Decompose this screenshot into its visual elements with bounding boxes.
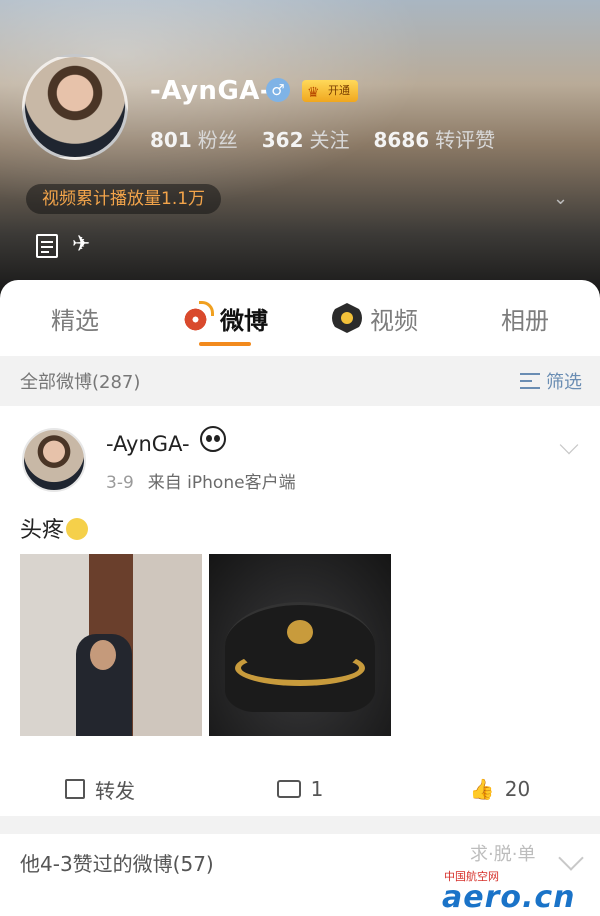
tab-featured[interactable]: 精选	[0, 280, 150, 356]
post-card: -AynGA- 3-9 来自 iPhone客户端 头疼 转发 1 👍 20	[0, 406, 600, 816]
crown-icon: ♛	[307, 85, 320, 101]
post-meta: 3-9 来自 iPhone客户端	[106, 468, 296, 493]
like-count: 20	[504, 777, 531, 801]
comment-icon	[276, 780, 301, 798]
document-icon[interactable]	[36, 234, 58, 258]
post-source: 来自 iPhone客户端	[147, 473, 296, 493]
all-posts-count: 全部微博(287)	[20, 372, 141, 393]
post-author-name[interactable]: -AynGA-	[106, 432, 190, 456]
tab-label: 相册	[501, 306, 549, 335]
video-views-badge[interactable]: 视频累计播放量1.1万	[26, 184, 222, 214]
stat-label: 关注	[309, 128, 350, 152]
profile-stats: 801 粉丝 362 关注 8686 转评赞	[150, 124, 495, 153]
stat-label: 粉丝	[197, 128, 238, 152]
stat-value: 801	[150, 128, 192, 152]
post-text: 头疼	[20, 512, 89, 544]
video-icon	[332, 303, 362, 333]
profile-avatar[interactable]	[22, 54, 128, 160]
dizzy-emoji-icon	[66, 518, 89, 540]
post-author-avatar[interactable]	[22, 428, 86, 492]
filter-button[interactable]: 筛选	[520, 368, 582, 394]
active-tab-indicator	[199, 342, 251, 346]
chevron-down-icon[interactable]	[558, 845, 584, 871]
stat-following[interactable]: 362 关注	[262, 124, 350, 153]
profile-tabs: 精选 微博 视频 相册	[0, 280, 600, 356]
post-actions: 转发 1 👍 20	[0, 766, 600, 812]
liked-posts-title: 他4-3赞过的微博(57)	[20, 851, 214, 876]
post-body: 头疼	[20, 518, 65, 543]
tab-label: 微博	[220, 306, 268, 335]
watermark-logo: aero.cn	[442, 880, 576, 915]
post-photo-selfie[interactable]	[20, 554, 202, 736]
photo-cap-badge	[287, 620, 313, 644]
tab-album[interactable]: 相册	[450, 280, 600, 356]
post-photo-pilot-cap[interactable]	[209, 554, 391, 736]
tab-label: 精选	[51, 306, 99, 335]
profile-username[interactable]: -AynGA-	[150, 76, 271, 106]
repost-label: 转发	[95, 778, 135, 803]
panda-icon	[200, 426, 226, 452]
post-filter-bar: 全部微博(287) 筛选	[0, 356, 600, 406]
tab-weibo[interactable]: 微博	[150, 280, 300, 356]
tab-label: 视频	[370, 306, 418, 335]
filter-label: 筛选	[546, 372, 582, 393]
comment-count: 1	[310, 777, 324, 801]
share-icon	[65, 779, 85, 799]
like-button[interactable]: 👍 20	[400, 777, 600, 801]
comment-button[interactable]: 1	[200, 777, 400, 801]
stat-value: 8686	[373, 128, 430, 152]
male-icon: ♂	[266, 78, 290, 102]
post-menu-chevron-icon[interactable]	[559, 435, 579, 455]
photo-person-head	[90, 640, 116, 670]
filter-icon	[520, 373, 540, 389]
vip-open-button[interactable]: ♛ 开通	[302, 80, 358, 102]
stat-interactions[interactable]: 8686 转评赞	[374, 124, 496, 153]
post-date: 3-9	[106, 473, 134, 493]
repost-button[interactable]: 转发	[0, 775, 200, 804]
airplane-icon[interactable]: ✈	[72, 232, 90, 257]
stat-value: 362	[261, 128, 304, 152]
stat-followers[interactable]: 801 粉丝	[150, 124, 238, 153]
weibo-icon	[182, 301, 214, 333]
tab-video[interactable]: 视频	[300, 280, 450, 356]
photo-cap-braid	[235, 650, 365, 686]
chevron-down-icon[interactable]: ⌄	[553, 188, 573, 209]
profile-header: -AynGA- ♂ ♛ 开通 801 粉丝 362 关注 8686 转评赞 视频累计播…	[0, 0, 600, 300]
profile-page: -AynGA- ♂ ♛ 开通 801 粉丝 362 关注 8686 转评赞 视频累计播…	[0, 0, 600, 916]
stat-label: 转评赞	[435, 128, 496, 152]
overlay-sticker: 求·脱·单	[470, 844, 536, 865]
vip-label: 开通	[328, 84, 350, 97]
thumbs-up-icon: 👍	[469, 777, 495, 801]
